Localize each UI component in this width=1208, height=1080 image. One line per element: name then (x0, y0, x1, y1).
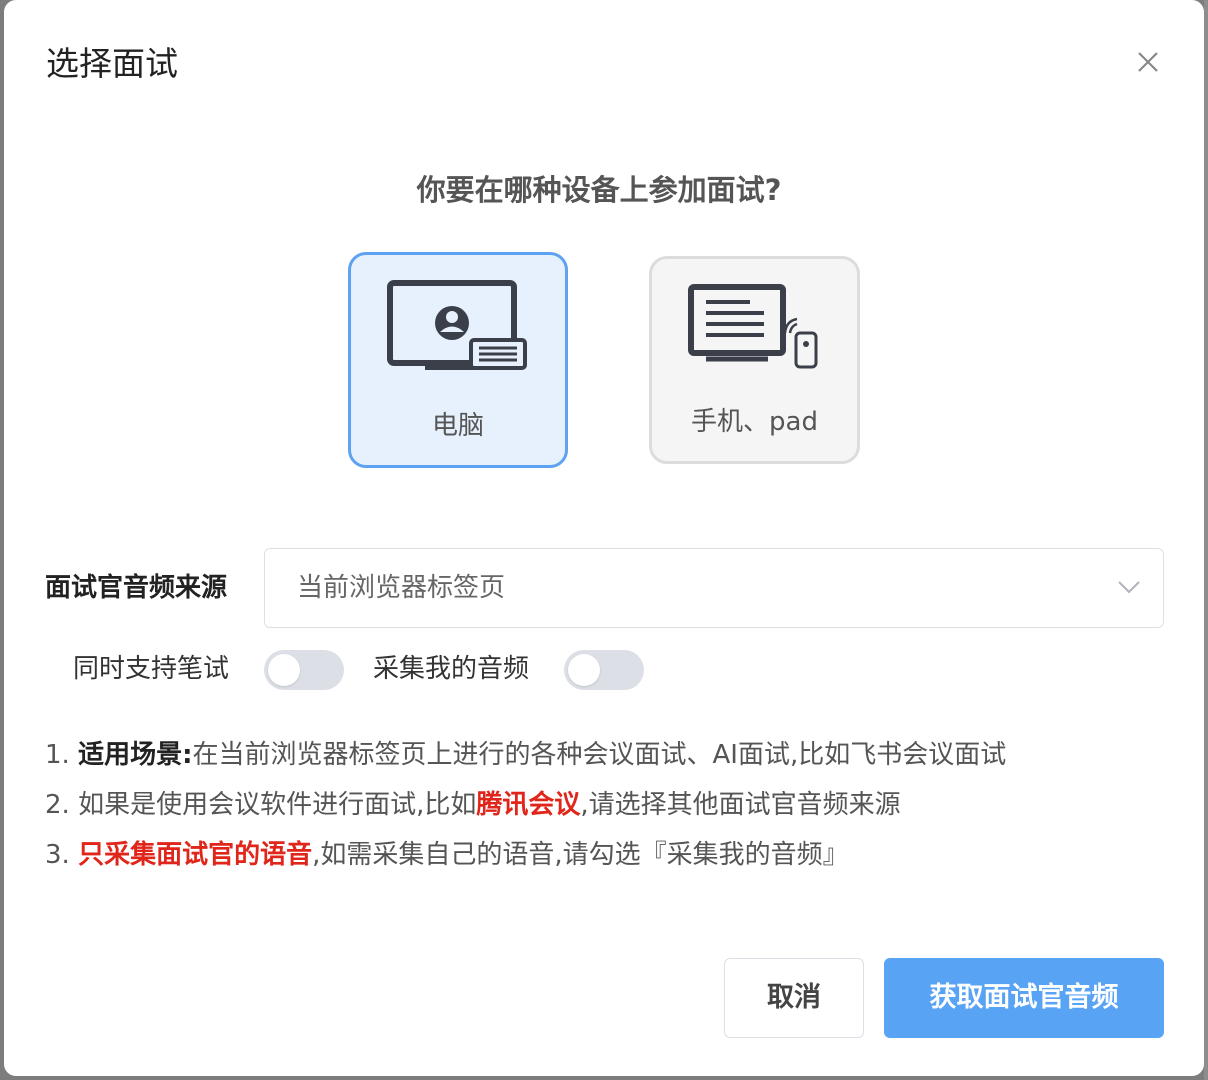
note-1-prefix: 1. (45, 740, 79, 770)
device-question: 你要在哪种设备上参加面试? (416, 173, 782, 207)
note-2: 2. 如果是使用会议软件进行面试,比如腾讯会议,请选择其他面试官音频来源 (45, 780, 1006, 830)
usage-notes: 1. 适用场景:在当前浏览器标签页上进行的各种会议面试、AI面试,比如飞书会议面… (45, 730, 1006, 880)
note-1-text: 在当前浏览器标签页上进行的各种会议面试、AI面试,比如飞书会议面试 (192, 740, 1007, 770)
device-label-mobile: 手机、pad (691, 407, 818, 437)
computer-icon (387, 280, 527, 370)
cancel-button[interactable]: 取消 (724, 958, 864, 1038)
select-interview-dialog: 选择面试 你要在哪种设备上参加面试? 电脑 手机、pad 面试官音频来源 当前浏… (4, 0, 1204, 1076)
close-icon[interactable] (1132, 46, 1164, 78)
note-3-suffix: ,如需采集自己的语音,请勾选『采集我的音频』 (312, 840, 849, 870)
record-my-audio-label: 采集我的音频 (373, 654, 530, 684)
tablet-phone-icon (688, 284, 818, 369)
get-interviewer-audio-button[interactable]: 获取面试官音频 (884, 958, 1164, 1038)
note-1: 1. 适用场景:在当前浏览器标签页上进行的各种会议面试、AI面试,比如飞书会议面… (45, 730, 1006, 780)
note-2-prefix: 2. 如果是使用会议软件进行面试,比如 (45, 790, 477, 820)
toggle-knob (568, 654, 600, 686)
chevron-down-icon (1118, 581, 1140, 594)
device-label-pc: 电脑 (431, 411, 484, 441)
audio-source-label: 面试官音频来源 (45, 573, 228, 603)
note-3: 3. 只采集面试官的语音,如需采集自己的语音,请勾选『采集我的音频』 (45, 830, 1006, 880)
audio-source-value: 当前浏览器标签页 (297, 573, 506, 603)
device-option-pc[interactable]: 电脑 (348, 252, 568, 468)
written-test-label: 同时支持笔试 (73, 654, 230, 684)
note-2-suffix: ,请选择其他面试官音频来源 (580, 790, 901, 820)
toggle-knob (268, 654, 300, 686)
record-my-audio-toggle[interactable] (564, 650, 644, 690)
audio-source-select[interactable]: 当前浏览器标签页 (264, 548, 1164, 628)
dialog-title: 选择面试 (46, 44, 178, 83)
note-3-highlight: 只采集面试官的语音 (78, 840, 313, 870)
background-page-edge (1204, 0, 1208, 1080)
note-1-strong: 适用场景: (78, 740, 193, 770)
written-test-toggle[interactable] (264, 650, 344, 690)
note-3-prefix: 3. (45, 840, 79, 870)
device-option-mobile-pad[interactable]: 手机、pad (649, 256, 860, 464)
note-2-highlight: 腾讯会议 (476, 790, 581, 820)
